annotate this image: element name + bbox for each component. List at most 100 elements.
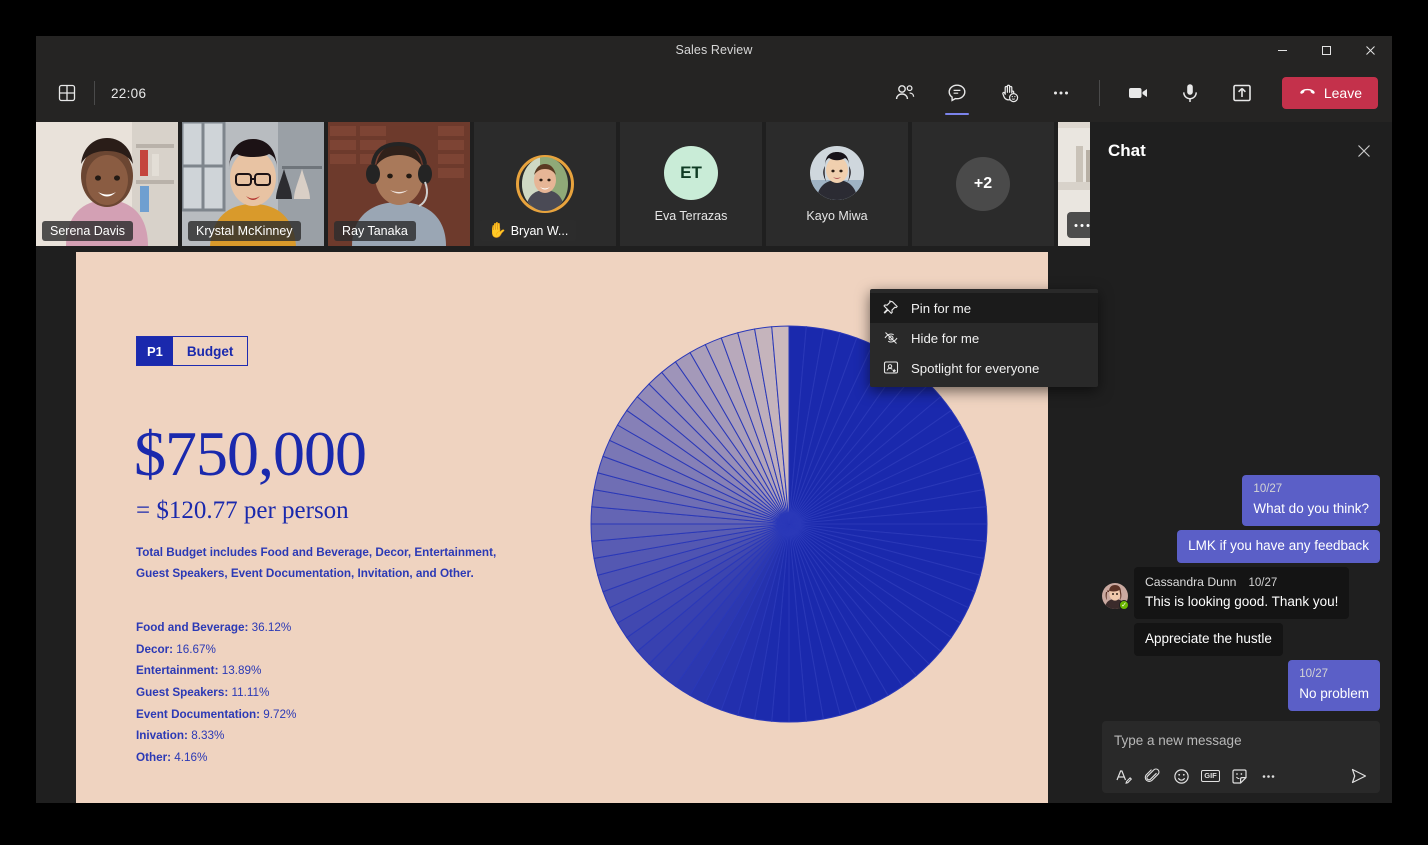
attach-file-icon[interactable] bbox=[1139, 763, 1166, 790]
spotlight-person-icon bbox=[882, 360, 899, 377]
budget-category-value: 8.33% bbox=[188, 729, 224, 742]
chat-bubble[interactable]: Appreciate the hustle bbox=[1134, 623, 1283, 656]
budget-breakdown-row: Guest Speakers: 11.11% bbox=[136, 682, 296, 704]
chat-message-in: Appreciate the hustle bbox=[1102, 623, 1380, 656]
chat-message-text: What do you think? bbox=[1253, 500, 1369, 518]
budget-breakdown-row: Decor: 16.67% bbox=[136, 639, 296, 661]
people-icon[interactable] bbox=[885, 73, 925, 113]
more-options-icon[interactable] bbox=[1041, 73, 1081, 113]
teams-meeting-window: Sales Review 22: bbox=[36, 36, 1392, 803]
chat-timestamp: 10/27 bbox=[1253, 482, 1369, 498]
participant-name: Kayo Miwa bbox=[806, 209, 867, 223]
overflow-count: +2 bbox=[956, 157, 1010, 211]
close-icon[interactable] bbox=[1350, 137, 1378, 165]
chat-message-input[interactable] bbox=[1102, 721, 1380, 759]
participant-tile-overflow[interactable]: +2 bbox=[912, 122, 1054, 246]
budget-category-label: Food and Beverage: bbox=[136, 621, 248, 634]
budget-category-label: Decor: bbox=[136, 643, 173, 656]
hangup-icon bbox=[1298, 82, 1317, 104]
leave-button[interactable]: Leave bbox=[1282, 77, 1378, 109]
participant-name-chip: Ray Tanaka bbox=[334, 221, 416, 241]
send-icon[interactable] bbox=[1345, 763, 1372, 790]
pin-icon bbox=[882, 300, 899, 317]
camera-icon[interactable] bbox=[1118, 73, 1158, 113]
context-menu-item-label: Hide for me bbox=[911, 331, 979, 346]
chat-message-text: Appreciate the hustle bbox=[1145, 630, 1272, 648]
meeting-timer: 22:06 bbox=[111, 86, 146, 101]
share-screen-icon[interactable] bbox=[1222, 73, 1262, 113]
avatar: ✓ bbox=[1102, 583, 1128, 609]
participant-tile-eva-terrazas[interactable]: ET Eva Terrazas bbox=[620, 122, 762, 246]
participant-context-menu[interactable]: Pin for me Hide for me bbox=[870, 289, 1098, 387]
participant-name: Eva Terrazas bbox=[655, 209, 728, 223]
participant-name: Serena Davis bbox=[50, 224, 125, 238]
slide-per-person: = $120.77 per person bbox=[136, 497, 349, 525]
format-text-icon[interactable] bbox=[1110, 763, 1137, 790]
participant-tile-serena-davis[interactable]: Serena Davis bbox=[36, 122, 178, 246]
participant-name-chip: Serena Davis bbox=[42, 221, 133, 241]
budget-category-label: Guest Speakers: bbox=[136, 686, 228, 699]
chat-message-text: This is looking good. Thank you! bbox=[1145, 593, 1338, 611]
chat-message-text: LMK if you have any feedback bbox=[1188, 537, 1369, 555]
raised-hand-ring bbox=[516, 155, 574, 213]
slide-tag-number: P1 bbox=[137, 337, 173, 365]
budget-category-label: Other: bbox=[136, 751, 171, 764]
budget-breakdown-row: Food and Beverage: 36.12% bbox=[136, 617, 296, 639]
toolbar-divider bbox=[94, 81, 95, 105]
compose-more-options-icon[interactable] bbox=[1255, 763, 1282, 790]
microphone-icon[interactable] bbox=[1170, 73, 1210, 113]
maximize-button[interactable] bbox=[1304, 36, 1348, 64]
context-menu-item-hide-for-me[interactable]: Hide for me bbox=[870, 323, 1098, 353]
chat-message-list[interactable]: 10/27 What do you think? LMK if you have a… bbox=[1090, 180, 1392, 721]
chat-bubble[interactable]: 10/27 What do you think? bbox=[1242, 475, 1380, 526]
chat-panel: Chat 10/27 What do you think? LMK if you h… bbox=[1090, 122, 1392, 803]
minimize-button[interactable] bbox=[1260, 36, 1304, 64]
meeting-stage: Serena Davis bbox=[36, 122, 1090, 803]
toolbar-divider-right bbox=[1099, 80, 1100, 106]
slide-tag-label: Budget bbox=[173, 337, 248, 365]
chat-message-out: 10/27No problem bbox=[1102, 660, 1380, 711]
presence-indicator: ✓ bbox=[1119, 600, 1129, 610]
meeting-toolbar: 22:06 bbox=[36, 64, 1392, 122]
participant-name: Krystal McKinney bbox=[196, 224, 293, 238]
chat-message-meta: Cassandra Dunn10/27 bbox=[1145, 574, 1338, 592]
budget-breakdown-row: Inivation: 8.33% bbox=[136, 725, 296, 747]
budget-category-value: 16.67% bbox=[173, 643, 216, 656]
context-menu-item-spotlight-for-everyone[interactable]: Spotlight for everyone bbox=[870, 353, 1098, 383]
participant-tile-krystal-mckinney[interactable]: Krystal McKinney bbox=[182, 122, 324, 246]
avatar bbox=[810, 146, 864, 200]
avatar-initials-text: ET bbox=[680, 163, 702, 183]
leave-button-label: Leave bbox=[1324, 85, 1362, 101]
toolbar-right-group: Leave bbox=[879, 64, 1392, 122]
sticker-icon[interactable] bbox=[1226, 763, 1253, 790]
budget-category-label: Event Documentation: bbox=[136, 708, 260, 721]
participant-tile-kayo-miwa[interactable]: Kayo Miwa bbox=[766, 122, 908, 246]
slide-description: Total Budget includes Food and Beverage,… bbox=[136, 542, 506, 584]
chat-bubble[interactable]: LMK if you have any feedback bbox=[1177, 530, 1380, 563]
raise-hand-reactions-icon[interactable] bbox=[989, 73, 1029, 113]
grid-layout-icon[interactable] bbox=[50, 76, 84, 110]
close-button[interactable] bbox=[1348, 36, 1392, 64]
budget-category-value: 13.89% bbox=[218, 664, 261, 677]
context-menu-item-label: Pin for me bbox=[911, 301, 971, 316]
emoji-icon[interactable] bbox=[1168, 763, 1195, 790]
participant-name: Bryan W... bbox=[511, 224, 569, 238]
budget-category-value: 36.12% bbox=[248, 621, 291, 634]
gif-icon[interactable]: GIF bbox=[1197, 763, 1224, 790]
chat-icon[interactable] bbox=[937, 73, 977, 113]
chat-message-out: 10/27 What do you think? bbox=[1102, 475, 1380, 526]
budget-category-value: 11.11% bbox=[228, 686, 269, 699]
budget-breakdown-row: Event Documentation: 9.72% bbox=[136, 704, 296, 726]
chat-compose-area: GIF bbox=[1102, 721, 1380, 793]
chat-sender-name: Cassandra Dunn bbox=[1145, 574, 1236, 590]
avatar bbox=[522, 157, 568, 211]
chat-title: Chat bbox=[1108, 141, 1146, 161]
participant-tile-ray-tanaka[interactable]: Ray Tanaka bbox=[328, 122, 470, 246]
budget-breakdown-row: Other: 4.16% bbox=[136, 747, 296, 769]
participant-tile-bryan-w[interactable]: ✋ Bryan W... bbox=[474, 122, 616, 246]
chat-bubble[interactable]: 10/27No problem bbox=[1288, 660, 1380, 711]
chat-bubble[interactable]: Cassandra Dunn10/27This is looking good.… bbox=[1134, 567, 1349, 619]
participant-name-chip: ✋ Bryan W... bbox=[480, 220, 576, 241]
chat-message-out: LMK if you have any feedback bbox=[1102, 530, 1380, 563]
context-menu-item-pin-for-me[interactable]: Pin for me bbox=[870, 293, 1098, 323]
